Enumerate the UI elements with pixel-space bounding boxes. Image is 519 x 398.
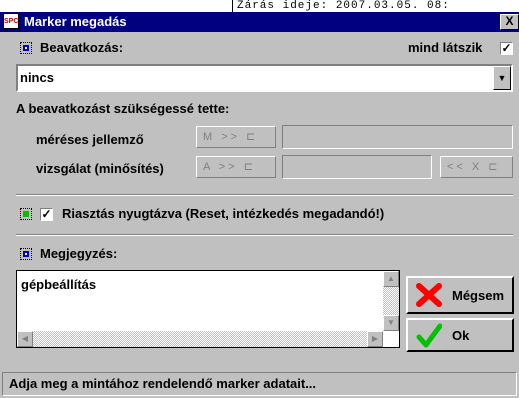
intervention-select[interactable]: nincs ▼	[16, 64, 513, 92]
cancel-button[interactable]: Mégsem	[406, 276, 514, 314]
vertical-scrollbar[interactable]: ▲ ▼	[383, 271, 399, 331]
inspection-extra-toolbar[interactable]: << X ⊏	[440, 156, 513, 178]
divider	[16, 194, 513, 196]
section-marker-icon	[20, 42, 32, 54]
measured-toolbar[interactable]: M >> ⊏	[196, 126, 276, 148]
note-text: gépbeállítás	[21, 277, 97, 292]
app-icon: SPC	[3, 13, 19, 29]
scroll-left-icon[interactable]: ◀	[17, 331, 33, 347]
scroll-down-icon[interactable]: ▼	[383, 315, 399, 331]
show-all-label: mind látszik	[408, 40, 483, 55]
section-marker-icon	[20, 248, 32, 260]
inspection-label: vizsgálat (minősítés)	[36, 161, 164, 176]
alarm-label: Riasztás nyugtázva (Reset, intézkedés me…	[62, 206, 385, 221]
background-window-text: Zárás ideje: 2007.03.05. 08:	[232, 0, 519, 12]
note-textarea[interactable]: gépbeállítás ▲ ▼ ◀ ▶	[16, 270, 400, 348]
horizontal-scrollbar[interactable]: ◀ ▶	[17, 331, 383, 347]
divider	[16, 234, 513, 236]
inspection-field[interactable]	[282, 155, 432, 179]
intervention-label: Beavatkozás:	[40, 40, 124, 55]
status-bar: Adja meg a mintához rendelendő marker ad…	[0, 370, 519, 398]
alarm-checkbox[interactable]: ✓	[40, 208, 53, 221]
measured-field[interactable]	[282, 125, 513, 149]
measured-label: méréses jellemző	[36, 132, 144, 147]
note-label: Megjegyzés:	[40, 246, 118, 261]
status-text: Adja meg a mintához rendelendő marker ad…	[9, 376, 317, 391]
show-all-checkbox[interactable]: ✓	[500, 42, 513, 55]
chevron-down-icon[interactable]: ▼	[493, 66, 511, 90]
inspection-toolbar[interactable]: A >> ⊏	[196, 156, 276, 178]
scroll-right-icon[interactable]: ▶	[367, 331, 383, 347]
checkmark-icon	[416, 323, 442, 348]
scroll-up-icon[interactable]: ▲	[383, 271, 399, 287]
intervention-select-value: nincs	[20, 70, 54, 85]
status-indicator-icon	[20, 208, 32, 220]
close-button[interactable]: X	[500, 14, 519, 30]
required-by-heading: A beavatkozást szükségessé tette:	[16, 101, 230, 116]
window-title: Marker megadás	[24, 14, 127, 29]
ok-label: Ok	[452, 328, 470, 343]
cancel-label: Mégsem	[452, 288, 505, 303]
title-bar: Zárás ideje: 2007.03.05. 08: SPC Marker …	[0, 0, 519, 32]
cancel-icon	[416, 283, 442, 307]
ok-button[interactable]: Ok	[406, 318, 514, 352]
